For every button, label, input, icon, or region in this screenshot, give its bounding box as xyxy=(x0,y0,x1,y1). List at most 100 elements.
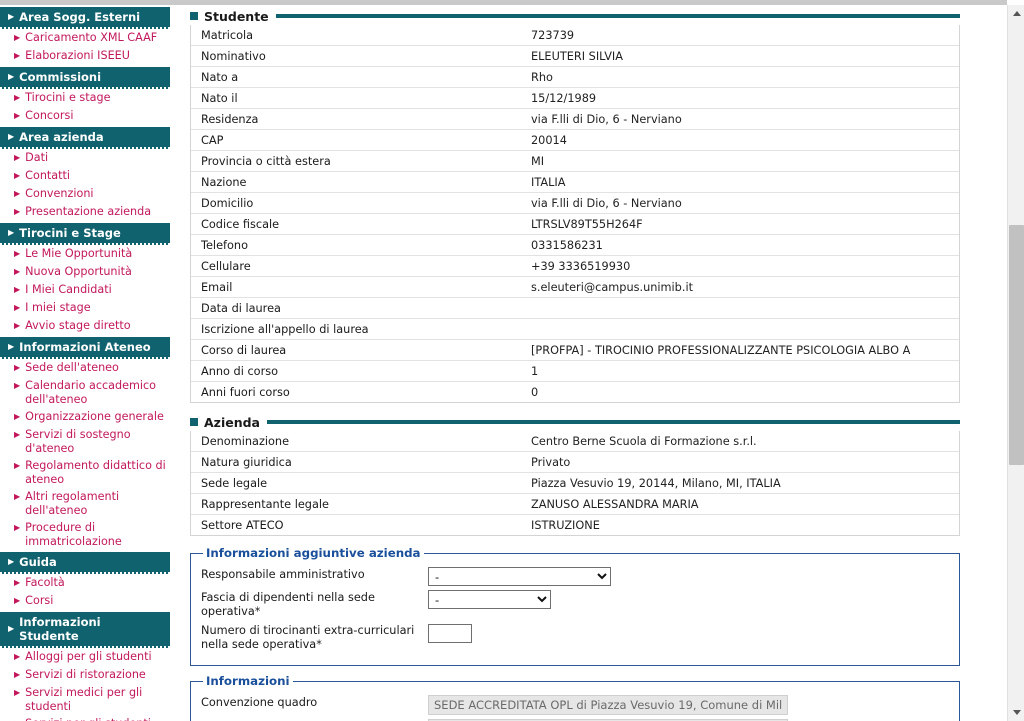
sidebar-item[interactable]: ▶ Servizi medici per gli studenti xyxy=(0,684,170,715)
table-cell-key: CAP xyxy=(201,133,224,147)
control-fascia-dipendenti: - xyxy=(428,589,949,609)
table-cell-key: Nominativo xyxy=(201,49,266,63)
table-cell-key: Anni fuori corso xyxy=(201,385,290,399)
sidebar-item[interactable]: ▶ Concorsi xyxy=(0,107,170,125)
sidebar-item[interactable]: ▶ Avvio stage diretto xyxy=(0,317,170,335)
table-row: Email s.eleuteri@campus.unimib.it xyxy=(191,277,959,298)
sidebar-item[interactable]: ▶ Presentazione azienda xyxy=(0,203,170,221)
sidebar-group-header[interactable]: ▶ Tirocini e Stage xyxy=(0,223,170,245)
table-cell-key: Nazione xyxy=(201,175,247,189)
sidebar-item[interactable]: ▶ Dati xyxy=(0,149,170,167)
sidebar-item[interactable]: ▶ Tirocini e stage xyxy=(0,89,170,107)
table-cell-key: Iscrizione all'appello di laurea xyxy=(201,322,369,336)
table-cell-key: Natura giuridica xyxy=(201,455,292,469)
sidebar-item[interactable]: ▶ Calendario accademico dell'ateneo xyxy=(0,377,170,408)
sidebar-item-label: Servizi di ristorazione xyxy=(25,668,146,681)
bullet-arrow-icon: ▶ xyxy=(14,153,21,162)
sidebar-item[interactable]: ▶ Procedure di immatricolazione xyxy=(0,519,170,550)
table-cell-value: ITALIA xyxy=(531,175,566,189)
table-cell-key: Provincia o città estera xyxy=(201,154,331,168)
table-cell-key: Denominazione xyxy=(201,434,290,448)
table-cell-value: 20014 xyxy=(531,133,567,147)
chevron-right-icon: ▶ xyxy=(8,72,15,81)
sidebar-item-label: Procedure di immatricolazione xyxy=(25,521,122,548)
scroll-down-button[interactable] xyxy=(1008,704,1024,721)
sidebar-item[interactable]: ▶ Servizi di ristorazione xyxy=(0,666,170,684)
panel-azienda-title: Azienda xyxy=(204,414,260,430)
panel-studente-body: Matricola 723739 Nominativo ELEUTERI SILVIA… xyxy=(190,25,960,403)
sidebar-group-header[interactable]: ▶ Area Sogg. Esterni xyxy=(0,7,170,29)
table-cell-key: Settore ATECO xyxy=(201,518,284,532)
sidebar-group: ▶ Area azienda ▶ Dati ▶ Contatti ▶ Convenzioni ▶… xyxy=(0,127,170,221)
control-numero-tirocinanti xyxy=(428,622,949,643)
sidebar-item-label: Presentazione azienda xyxy=(25,205,152,218)
sidebar-item[interactable]: ▶ Caricamento XML CAAF xyxy=(0,29,170,47)
sidebar-item[interactable]: ▶ Sede dell'ateneo xyxy=(0,359,170,377)
bullet-arrow-icon: ▶ xyxy=(14,578,21,587)
form-row-responsabile-amministrativo: Responsabile amministrativo - xyxy=(201,566,949,586)
sidebar-item-label: Le Mie Opportunità xyxy=(25,247,133,260)
sidebar-item[interactable]: ▶ I Miei Candidati xyxy=(0,281,170,299)
page-scrollbar[interactable] xyxy=(1007,5,1024,721)
table-row: Codice fiscale LTRSLV89T55H264F xyxy=(191,214,959,235)
table-cell-key: Nato il xyxy=(201,91,238,105)
table-cell-key: Residenza xyxy=(201,112,259,126)
table-cell-key: Codice fiscale xyxy=(201,217,280,231)
sidebar-item[interactable]: ▶ Alloggi per gli studenti xyxy=(0,648,170,666)
sidebar-item[interactable]: ▶ Organizzazione generale xyxy=(0,408,170,426)
table-row: Nominativo ELEUTERI SILVIA xyxy=(191,46,959,67)
sidebar-group-header[interactable]: ▶ Informazioni Ateneo xyxy=(0,337,170,359)
select-fascia-dipendenti[interactable]: - xyxy=(428,590,551,609)
input-numero-tirocinanti[interactable] xyxy=(428,623,472,643)
sidebar-group-header[interactable]: ▶ Commissioni xyxy=(0,67,170,89)
table-row: CAP 20014 xyxy=(191,130,959,151)
sidebar-group-title: Informazioni Studente xyxy=(19,615,101,643)
sidebar-item[interactable]: ▶ Corsi xyxy=(0,592,170,610)
table-row: Corso di laurea [PROFPA] - TIROCINIO PROF… xyxy=(191,340,959,361)
studente-table: Matricola 723739 Nominativo ELEUTERI SILVIA… xyxy=(191,25,959,402)
table-cell-value: 15/12/1989 xyxy=(531,91,597,105)
select-responsabile-amministrativo[interactable]: - xyxy=(428,567,611,586)
sidebar-item[interactable]: ▶ Contatti xyxy=(0,167,170,185)
square-marker-icon xyxy=(190,12,198,20)
sidebar-item-label: Altri regolamenti dell'ateneo xyxy=(25,490,120,517)
panel-studente: Studente Matricola 723739 Nominativo ELEUTE… xyxy=(190,7,960,403)
panel-azienda: Azienda Denominazione Centro Berne Scuola… xyxy=(190,413,960,536)
sidebar-item[interactable]: ▶ Elaborazioni ISEEU xyxy=(0,47,170,65)
sidebar-group-header[interactable]: ▶ Guida xyxy=(0,552,170,574)
sidebar-item[interactable]: ▶ Servizi per gli studenti con esigenze s… xyxy=(0,715,170,721)
sidebar-item[interactable]: ▶ Regolamento didattico di ateneo xyxy=(0,457,170,488)
scroll-up-button[interactable] xyxy=(1008,5,1024,22)
table-cell-value: MI xyxy=(531,154,545,168)
form-row-fascia-dipendenti: Fascia di dipendenti nella sede operativ… xyxy=(201,589,949,619)
table-cell-value: via F.lli di Dio, 6 - Nerviano xyxy=(531,196,682,210)
table-row: Nato a Rho xyxy=(191,67,959,88)
sidebar-group-header[interactable]: ▶ Area azienda xyxy=(0,127,170,149)
sidebar-item[interactable]: ▶ I miei stage xyxy=(0,299,170,317)
sidebar-item[interactable]: ▶ Facoltà xyxy=(0,574,170,592)
label-fascia-dipendenti: Fascia di dipendenti nella sede operativ… xyxy=(201,591,375,618)
sidebar-item[interactable]: ▶ Altri regolamenti dell'ateneo xyxy=(0,488,170,519)
sidebar-group: ▶ Area Sogg. Esterni ▶ Caricamento XML CAAF… xyxy=(0,7,170,65)
sidebar-item-label: Elaborazioni ISEEU xyxy=(25,49,130,62)
table-row: Settore ATECO ISTRUZIONE xyxy=(191,515,959,536)
table-cell-key: Email xyxy=(201,280,233,294)
table-cell-value: 0331586231 xyxy=(531,238,603,252)
bullet-arrow-icon: ▶ xyxy=(14,321,21,330)
sidebar-group: ▶ Commissioni ▶ Tirocini e stage ▶ Concorsi xyxy=(0,67,170,125)
sidebar-item[interactable]: ▶ Convenzioni xyxy=(0,185,170,203)
table-cell-key: Data di laurea xyxy=(201,301,281,315)
panel-azienda-header: Azienda xyxy=(190,413,960,431)
sidebar-item[interactable]: ▶ Nuova Opportunità xyxy=(0,263,170,281)
chevron-right-icon: ▶ xyxy=(8,342,15,351)
sidebar-item-label: Nuova Opportunità xyxy=(25,265,132,278)
table-row: Sede legale Piazza Vesuvio 19, 20144, Mil… xyxy=(191,473,959,494)
table-cell-key: Cellulare xyxy=(201,259,251,273)
sidebar-group-list: ▶ Dati ▶ Contatti ▶ Convenzioni ▶ Presentazione… xyxy=(0,149,170,221)
table-cell-value: ISTRUZIONE xyxy=(531,518,600,532)
sidebar-group-header[interactable]: ▶ Informazioni Studente xyxy=(0,612,170,648)
sidebar-item[interactable]: ▶ Le Mie Opportunità xyxy=(0,245,170,263)
sidebar-item[interactable]: ▶ Servizi di sostegno d'ateneo xyxy=(0,426,170,457)
sidebar-item-label: Avvio stage diretto xyxy=(25,319,131,332)
scrollbar-thumb[interactable] xyxy=(1009,225,1024,465)
